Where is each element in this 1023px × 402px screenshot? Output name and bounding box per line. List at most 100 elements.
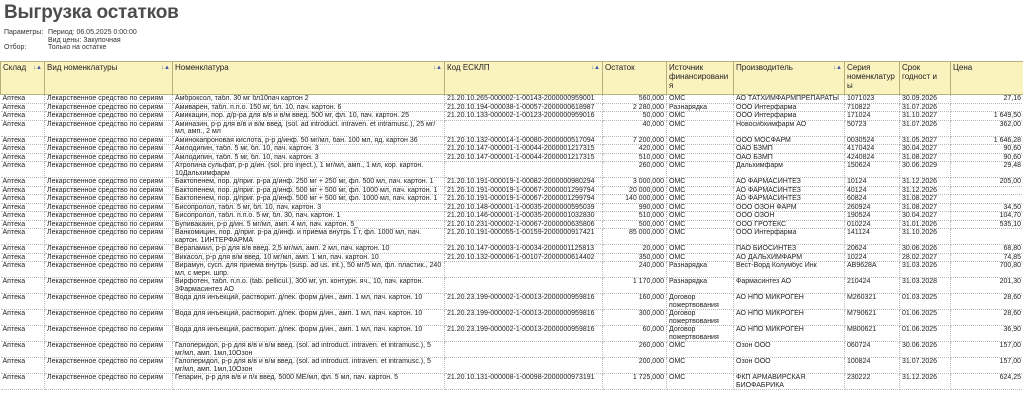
column-header-label: Остаток bbox=[605, 63, 635, 72]
table-cell: ОМС bbox=[666, 120, 734, 137]
table-row[interactable]: Аптека Лекарственное средство по сериям Ам… bbox=[0, 111, 1023, 121]
table-cell: ОМС bbox=[666, 153, 734, 162]
table-cell: Лекарственное средство по сериям bbox=[44, 194, 173, 204]
table-cell: 205,00 bbox=[950, 177, 1023, 187]
table-row[interactable]: Аптека Лекарственное средство по сериям Ге… bbox=[0, 373, 1023, 390]
table-row[interactable]: Аптека Лекарственное средство по сериям Ба… bbox=[0, 177, 1023, 187]
column-header-3[interactable]: Код ЕСКЛП ↓▲ bbox=[444, 61, 603, 95]
table-cell: 10124 bbox=[844, 177, 900, 187]
table-row[interactable]: Аптека Лекарственное средство по сериям Би… bbox=[0, 203, 1023, 212]
table-cell: Озон ООО bbox=[733, 357, 845, 374]
column-header-1[interactable]: Вид номенклатуры ↓▲ bbox=[44, 61, 173, 95]
table-cell: Бисопролол, табл. 5 мг, бл. 10, пач. кар… bbox=[172, 203, 445, 212]
column-header-4[interactable]: Остаток bbox=[602, 61, 667, 95]
table-cell: 100824 bbox=[844, 357, 900, 374]
table-cell: Аптека bbox=[0, 220, 45, 229]
table-cell: 260,000 bbox=[602, 161, 667, 178]
table-cell: АО НПО МИКРОГЕН bbox=[733, 309, 845, 326]
sort-icon[interactable]: ↓▲ bbox=[33, 64, 42, 73]
table-row[interactable]: Аптека Лекарственное средство по сериям Ви… bbox=[0, 253, 1023, 262]
table-cell: ОМС bbox=[666, 244, 734, 254]
table-cell: Аптека bbox=[0, 103, 45, 112]
table-cell: 560,000 bbox=[602, 94, 667, 104]
table-cell: ООО Интерфарма bbox=[733, 228, 845, 245]
table-cell: 30.06.2026 bbox=[899, 244, 951, 254]
report-parameters: Параметры: Период: 06.05.2025 0:00:00 Вид… bbox=[4, 29, 137, 52]
table-row[interactable]: Аптека Лекарственное средство по сериям Би… bbox=[0, 211, 1023, 221]
table-cell: 31.07.2026 bbox=[899, 357, 951, 374]
table-cell: Викасол, р-р для в/м введ. 10 мг/мл, амп… bbox=[172, 253, 445, 262]
column-header-0[interactable]: Склад ↓▲ bbox=[0, 61, 45, 95]
sort-icon[interactable]: ↓▲ bbox=[433, 64, 442, 73]
column-header-9[interactable]: Цена bbox=[950, 61, 1023, 95]
table-row[interactable]: Аптека Лекарственное средство по сериям Ам… bbox=[0, 153, 1023, 162]
table-cell: Лекарственное средство по сериям bbox=[44, 293, 173, 310]
table-cell: 21.20.10.191-000019-1-00067-200000129979… bbox=[444, 186, 603, 195]
sort-icon[interactable]: ↓▲ bbox=[833, 64, 842, 73]
table-row[interactable]: Аптека Лекарственное средство по сериям Во… bbox=[0, 309, 1023, 326]
table-cell: 30.06.2026 bbox=[899, 341, 951, 358]
table-row[interactable]: Аптека Лекарственное средство по сериям Во… bbox=[0, 293, 1023, 310]
table-cell: 157,00 bbox=[950, 357, 1023, 374]
table-cell: 140 000,000 bbox=[602, 194, 667, 204]
table-cell: 20 000,000 bbox=[602, 186, 667, 195]
table-cell: Лекарственное средство по сериям bbox=[44, 120, 173, 137]
column-header-8[interactable]: Срок годност и bbox=[899, 61, 951, 95]
table-row[interactable]: Аптека Лекарственное средство по сериям Ам… bbox=[0, 120, 1023, 137]
table-cell: 60824 bbox=[844, 194, 900, 204]
table-cell: Аптека bbox=[0, 357, 45, 374]
table-row[interactable]: Аптека Лекарственное средство по сериям Ам… bbox=[0, 103, 1023, 112]
table-row[interactable]: Аптека Лекарственное средство по сериям Ве… bbox=[0, 244, 1023, 254]
table-cell bbox=[444, 277, 603, 294]
column-header-label: Срок годност и bbox=[902, 63, 937, 81]
table-cell: Аптека bbox=[0, 373, 45, 390]
table-cell: АО ФАРМАСИНТЕЗ bbox=[733, 177, 845, 187]
table-cell: 362,00 bbox=[950, 120, 1023, 137]
table-cell: ООО ОЗОН ФАРМ bbox=[733, 203, 845, 212]
table-cell: 31.07.2026 bbox=[899, 103, 951, 112]
table-row[interactable]: Аптека Лекарственное средство по сериям Ви… bbox=[0, 261, 1023, 278]
table-cell: 31.01.2026 bbox=[899, 220, 951, 229]
table-cell: Новосибхимфарм АО bbox=[733, 120, 845, 137]
table-cell: 31.08.2027 bbox=[899, 203, 951, 212]
table-row[interactable]: Аптека Лекарственное средство по сериям Бу… bbox=[0, 220, 1023, 229]
table-row[interactable]: Аптека Лекарственное средство по сериям Ам… bbox=[0, 94, 1023, 104]
table-row[interactable]: Аптека Лекарственное средство по сериям Га… bbox=[0, 357, 1023, 374]
sort-icon[interactable]: ↓▲ bbox=[161, 64, 170, 73]
column-header-7[interactable]: Серия номенклатур ы bbox=[844, 61, 900, 95]
table-cell: 210424 bbox=[844, 277, 900, 294]
column-header-5[interactable]: Источник финансировани я bbox=[666, 61, 734, 95]
table-cell: Аптека bbox=[0, 253, 45, 262]
table-cell: 1 170,000 bbox=[602, 277, 667, 294]
table-row[interactable]: Аптека Лекарственное средство по сериям Ба… bbox=[0, 194, 1023, 204]
table-cell: Лекарственное средство по сериям bbox=[44, 177, 173, 187]
table-cell: Аптека bbox=[0, 177, 45, 187]
table-cell: Аптека bbox=[0, 309, 45, 326]
table-cell: 21.20.10.191-000019-1-00082-200000098029… bbox=[444, 177, 603, 187]
table-cell: Атропина сульфат, р-р д/ин. (sol. pro in… bbox=[172, 161, 445, 178]
table-cell: 74,85 bbox=[950, 253, 1023, 262]
table-cell: 60,000 bbox=[602, 325, 667, 342]
table-row[interactable]: Аптека Лекарственное средство по сериям Га… bbox=[0, 341, 1023, 358]
table-cell: Лекарственное средство по сериям bbox=[44, 211, 173, 221]
sort-icon[interactable]: ↓▲ bbox=[591, 64, 600, 73]
table-row[interactable]: Аптека Лекарственное средство по сериям Ви… bbox=[0, 277, 1023, 294]
table-row[interactable]: Аптека Лекарственное средство по сериям Ат… bbox=[0, 161, 1023, 178]
column-header-2[interactable]: Номенклатура ↓▲ bbox=[172, 61, 445, 95]
table-cell: 31.08.2027 bbox=[899, 194, 951, 204]
table-cell: ОМС bbox=[666, 211, 734, 221]
table-cell: ОМС bbox=[666, 220, 734, 229]
table-row[interactable]: Аптека Лекарственное средство по сериям Ам… bbox=[0, 136, 1023, 145]
table-row[interactable]: Аптека Лекарственное средство по сериям Ба… bbox=[0, 186, 1023, 195]
table-row[interactable]: Аптека Лекарственное средство по сериям Ва… bbox=[0, 228, 1023, 245]
table-cell: 90,60 bbox=[950, 153, 1023, 162]
table-cell: 50723 bbox=[844, 120, 900, 137]
column-header-6[interactable]: Производитель ↓▲ bbox=[733, 61, 845, 95]
table-cell: 21.20.10.147-000003-1-00034-200000112581… bbox=[444, 244, 603, 254]
table-cell: АО ТАТХИМФАРМПРЕПАРАТЫ bbox=[733, 94, 845, 104]
table-cell: Дальхимфарм bbox=[733, 161, 845, 178]
table-cell: 10224 bbox=[844, 253, 900, 262]
table-row[interactable]: Аптека Лекарственное средство по сериям Ам… bbox=[0, 144, 1023, 154]
table-body: Аптека Лекарственное средство по сериям Ам… bbox=[0, 94, 1023, 390]
table-row[interactable]: Аптека Лекарственное средство по сериям Во… bbox=[0, 325, 1023, 342]
